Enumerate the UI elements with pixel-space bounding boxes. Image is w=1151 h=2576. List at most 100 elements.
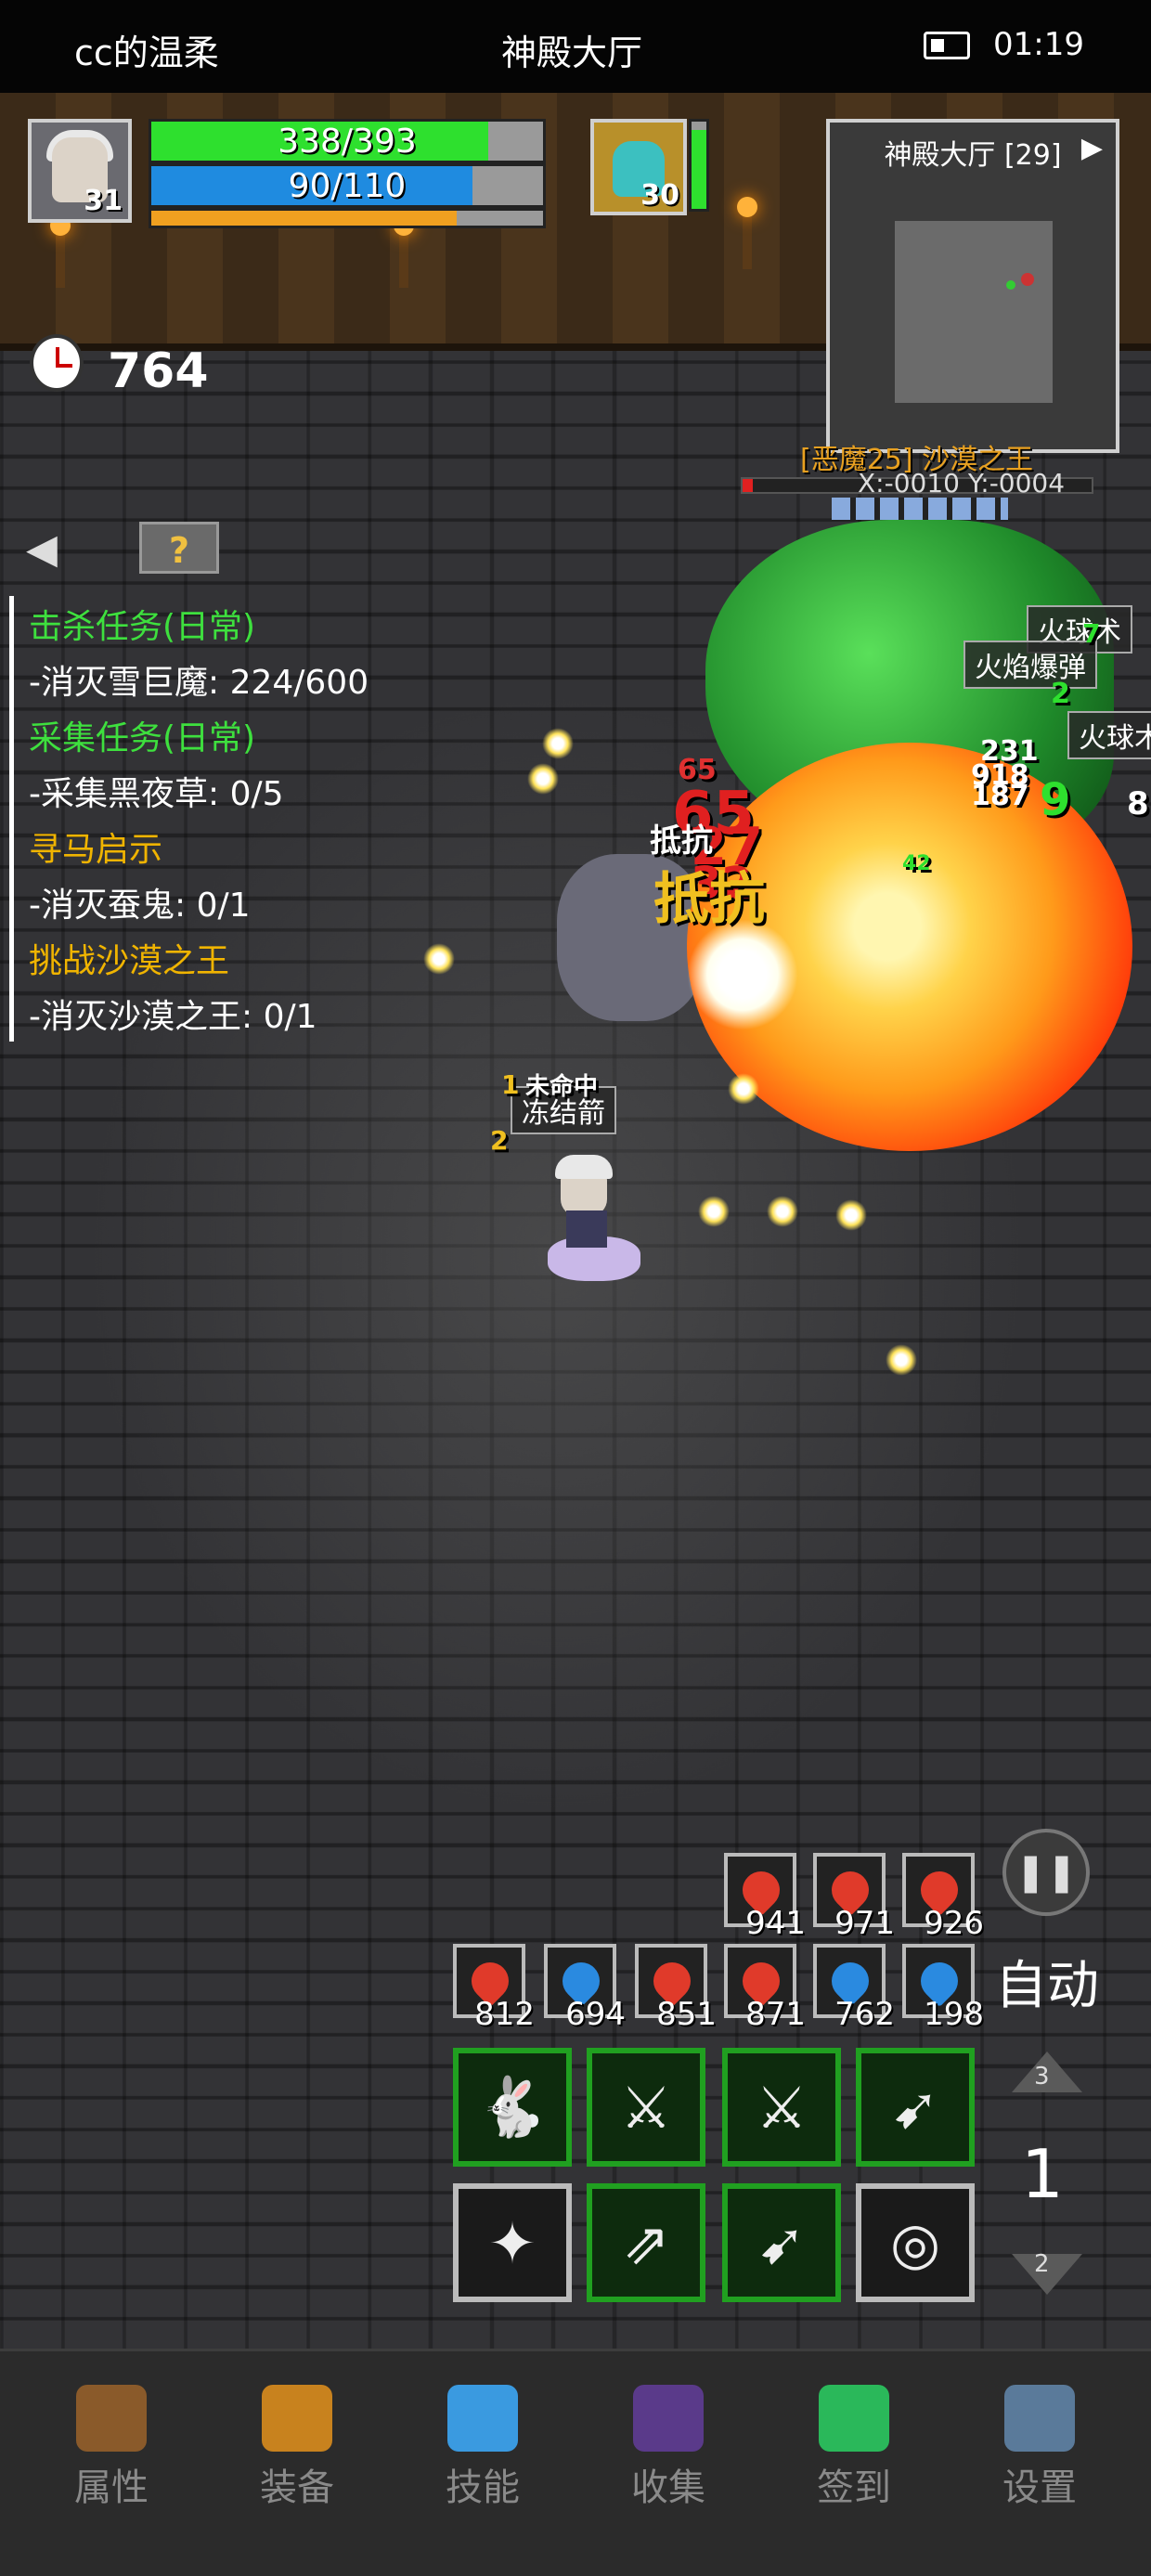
potion-slot[interactable]: 971 bbox=[813, 1853, 895, 1942]
player-character[interactable] bbox=[529, 1151, 650, 1290]
spiral-icon: ◎ bbox=[889, 2208, 941, 2277]
heal-number: 9 bbox=[1040, 774, 1071, 826]
bottom-nav: 属性 装备 技能 收集 签到 设置 bbox=[0, 2349, 1151, 2576]
torch-icon bbox=[394, 215, 414, 288]
minimap-expand-icon[interactable]: ▶ bbox=[1081, 132, 1103, 164]
mp-bar: 90/110 bbox=[149, 163, 546, 208]
nav-label: 技能 bbox=[446, 2466, 520, 2509]
nav-checkin[interactable]: 签到 bbox=[789, 2385, 919, 2511]
timer-value: 764 bbox=[108, 343, 209, 399]
nav-label: 装备 bbox=[260, 2466, 334, 2509]
torch-icon bbox=[737, 197, 757, 269]
potion-count: 198 bbox=[924, 1996, 984, 2033]
potion-slot[interactable]: 851 bbox=[635, 1944, 717, 2033]
nav-skills[interactable]: 技能 bbox=[418, 2385, 548, 2511]
potion-count: 812 bbox=[474, 1996, 535, 2033]
pet-avatar[interactable]: 30 bbox=[590, 119, 687, 215]
xp-bar bbox=[149, 208, 546, 228]
status-bar: cc的温柔 神殿大厅 01:19 bbox=[0, 0, 1151, 93]
skill-slot-fish[interactable]: ➹ bbox=[856, 2048, 975, 2167]
hero-armor bbox=[566, 1210, 607, 1248]
quest-detail: -消灭雪巨魔: 224/600 bbox=[29, 664, 369, 702]
minimap-room bbox=[895, 221, 1053, 403]
potion-count: 971 bbox=[834, 1905, 895, 1942]
potion-slot[interactable]: 871 bbox=[724, 1944, 806, 2033]
potion-slot[interactable]: 762 bbox=[813, 1944, 895, 2033]
gear-icon bbox=[1004, 2385, 1075, 2452]
quest-panel: 击杀任务(日常) -消灭雪巨魔: 224/600 采集任务(日常) -采集黑夜草… bbox=[9, 596, 404, 1042]
nav-label: 属性 bbox=[74, 2466, 149, 2509]
potion-slot[interactable]: 812 bbox=[453, 1944, 535, 2033]
heal-number: 7 bbox=[1082, 618, 1101, 649]
potion-slot[interactable]: 198 bbox=[902, 1944, 984, 2033]
skill-slot-rabbit[interactable]: 🐇 bbox=[453, 2048, 572, 2167]
quest-detail: -采集黑夜草: 0/5 bbox=[29, 775, 284, 813]
clock: 01:19 bbox=[993, 26, 1084, 63]
quest-title[interactable]: 击杀任务(日常) bbox=[29, 600, 255, 655]
heal-number: 42 bbox=[902, 852, 931, 875]
player-avatar[interactable]: 31 bbox=[28, 119, 132, 223]
nav-equipment[interactable]: 装备 bbox=[232, 2385, 362, 2511]
minimap[interactable]: 神殿大厅 [29] ▶ bbox=[826, 119, 1119, 453]
fish-icon: ➹ bbox=[757, 2208, 806, 2277]
spark-effect bbox=[423, 943, 455, 975]
auto-battle-button[interactable]: 自动 bbox=[995, 1944, 1099, 2019]
nav-label: 收集 bbox=[631, 2466, 705, 2509]
skill-slot-double-arrow[interactable]: ⇗ bbox=[587, 2183, 705, 2302]
quest-collapse-icon[interactable]: ◀ bbox=[26, 525, 58, 573]
page-up-number: 3 bbox=[1034, 2063, 1050, 2091]
location-title: 神殿大厅 bbox=[501, 32, 643, 73]
nav-collection[interactable]: 收集 bbox=[603, 2385, 733, 2511]
nav-attributes[interactable]: 属性 bbox=[46, 2385, 176, 2511]
crystal-icon bbox=[447, 2385, 518, 2452]
potion-count: 941 bbox=[745, 1905, 806, 1942]
quest-title[interactable]: 采集任务(日常) bbox=[29, 711, 255, 767]
pet-level: 30 bbox=[640, 179, 679, 212]
hp-bar: 338/393 bbox=[149, 119, 546, 163]
potion-slot[interactable]: 926 bbox=[902, 1853, 984, 1942]
damage-number: 187 bbox=[971, 780, 1029, 812]
player-name: cc的温柔 bbox=[74, 32, 219, 73]
quest-detail: -消灭蚕鬼: 0/1 bbox=[29, 887, 251, 925]
minimap-boss-marker bbox=[1021, 273, 1034, 286]
pause-button[interactable]: ❚❚ bbox=[1002, 1829, 1090, 1916]
combo-number: 2 bbox=[490, 1125, 509, 1156]
potion-count: 694 bbox=[565, 1996, 626, 2033]
page-down-number: 2 bbox=[1034, 2250, 1050, 2278]
quest-title[interactable]: 挑战沙漠之王 bbox=[29, 934, 229, 990]
quest-title[interactable]: 寻马启示 bbox=[29, 822, 162, 878]
spark-effect bbox=[728, 1073, 759, 1105]
spark-effect bbox=[886, 1344, 917, 1376]
potion-slot[interactable]: 694 bbox=[544, 1944, 626, 2033]
quest-detail: -消灭沙漠之王: 0/1 bbox=[29, 998, 317, 1036]
mp-text: 90/110 bbox=[288, 167, 407, 205]
resist-text: 抵抗 bbox=[653, 867, 765, 932]
skill-page-number: 1 bbox=[1021, 2135, 1064, 2213]
gem-icon bbox=[819, 2385, 889, 2452]
impact-flash bbox=[687, 919, 798, 1030]
spark-effect bbox=[527, 763, 559, 795]
sword-slash-icon: ⚔ bbox=[620, 2073, 672, 2142]
combo-number: 1 bbox=[501, 1069, 520, 1100]
skill-slot-sword[interactable]: ⚔ bbox=[587, 2048, 705, 2167]
skill-slot-fish[interactable]: ➹ bbox=[722, 2183, 841, 2302]
potion-count: 762 bbox=[834, 1996, 895, 2033]
skill-slot-arrow-burst[interactable]: ✦ bbox=[453, 2183, 572, 2302]
nav-label: 设置 bbox=[1002, 2466, 1077, 2509]
heal-number: 2 bbox=[1051, 678, 1070, 710]
damage-number: 8 bbox=[1127, 785, 1149, 822]
player-level: 31 bbox=[84, 185, 123, 217]
help-button[interactable]: ? bbox=[139, 522, 219, 574]
book-icon bbox=[633, 2385, 704, 2452]
pause-icon: ❚❚ bbox=[1015, 1851, 1078, 1894]
potion-slot[interactable]: 941 bbox=[724, 1853, 806, 1942]
skill-slot-sword[interactable]: ⚔ bbox=[722, 2048, 841, 2167]
boss-buff-icons bbox=[832, 498, 1008, 520]
skill-slot-spiral[interactable]: ◎ bbox=[856, 2183, 975, 2302]
hero-hair bbox=[555, 1155, 613, 1179]
coordinates: X:-0010 Y:-0004 bbox=[858, 468, 1066, 498]
double-arrow-icon: ⇗ bbox=[622, 2208, 670, 2277]
spark-effect bbox=[542, 728, 574, 759]
battery-icon bbox=[924, 32, 970, 59]
nav-settings[interactable]: 设置 bbox=[975, 2385, 1105, 2511]
